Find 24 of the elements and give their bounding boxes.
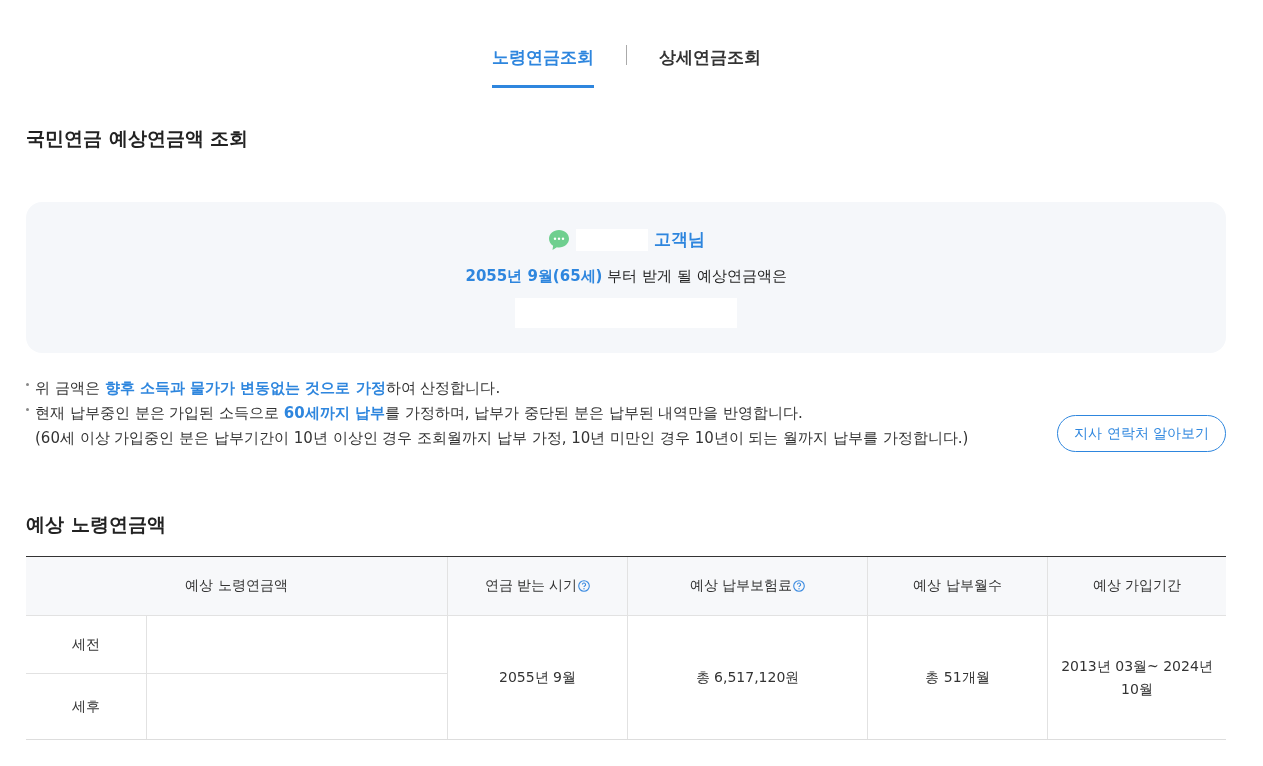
table-cell: 2055년 9월 xyxy=(447,616,627,739)
speech-bubble-icon xyxy=(547,228,570,251)
bullet-icon xyxy=(26,408,29,411)
bullet-icon xyxy=(26,383,29,386)
note-text: (60세 이상 가입중인 분은 납부기간이 10년 이상인 경우 조회월까지 납부 가정, 10년 미만인 경우 10년이 되는 월까지 납부를 가정합니다.) xyxy=(35,429,969,448)
note-text: 위 금액은 향후 소득과 물가가 변동없는 것으로 가정하여 산정합니다. xyxy=(35,379,501,398)
table-cell: 2013년 03월~ 2024년 10월 xyxy=(1047,616,1226,739)
table-cell: 총 6,517,120원 xyxy=(627,616,867,739)
page-title: 국민연금 예상연금액 조회 xyxy=(26,126,249,151)
column-header: 예상 납부보험료 xyxy=(689,577,793,595)
column-header: 예상 납부월수 xyxy=(867,557,1047,616)
tab[interactable]: 상세연금조회 xyxy=(658,28,761,88)
column-header: 연금 받는 시기 xyxy=(484,577,578,595)
column-header: 예상 가입기간 xyxy=(1047,557,1226,616)
pension-start-message: 2055년 9월(65세) 부터 받게 될 예상연금액은 xyxy=(465,267,787,286)
section-title: 예상 노령연금액 xyxy=(26,512,166,537)
note-text: 현재 납부중인 분은 가입된 소득으로 60세까지 납부를 가정하며, 납부가 중단된 분은 납부된 내역만을 반영합니다. xyxy=(35,404,803,423)
help-icon[interactable] xyxy=(793,580,806,592)
table-cell: 총 51개월 xyxy=(867,616,1047,739)
help-icon[interactable] xyxy=(578,580,591,592)
tab[interactable]: 노령연금조회 xyxy=(491,28,594,88)
greeting: 고객님 xyxy=(653,228,705,251)
column-header: 예상 노령연금액 xyxy=(26,557,447,616)
branch-contact-button[interactable]: 지사 연락처 알아보기 xyxy=(1057,415,1226,452)
